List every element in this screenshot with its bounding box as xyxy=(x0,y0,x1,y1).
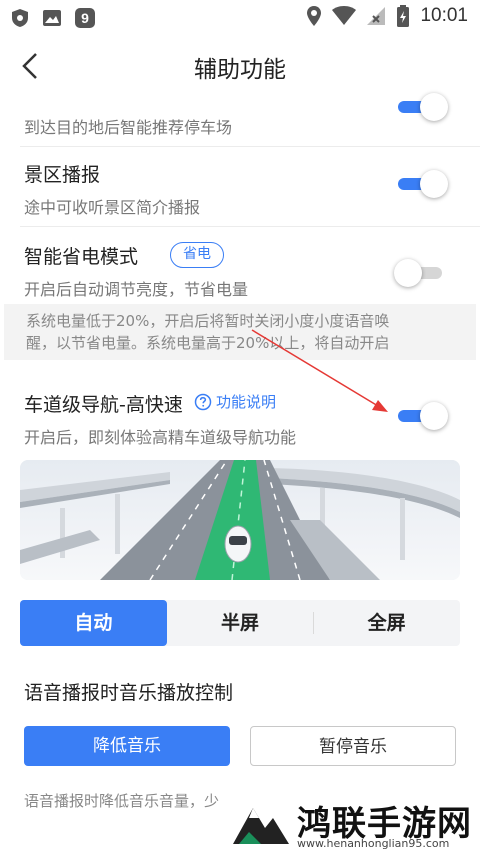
display-mode-half-screen[interactable]: 半屏 xyxy=(167,600,314,646)
display-mode-auto[interactable]: 自动 xyxy=(20,600,167,646)
music-control-description: 语音播报时降低音乐音量，少 xyxy=(24,792,220,810)
display-mode-full-screen[interactable]: 全屏 xyxy=(313,600,460,646)
watermark-logo-icon xyxy=(233,808,289,844)
watermark-url: www.henanhonglian95.com xyxy=(297,837,450,850)
segment-separator xyxy=(313,612,314,634)
lane-nav-illustration xyxy=(20,460,460,580)
lower-music-button[interactable]: 降低音乐 xyxy=(24,726,230,766)
pause-music-button[interactable]: 暂停音乐 xyxy=(250,726,456,766)
watermark: 鸿联手游网 www.henanhonglian95.com xyxy=(225,792,480,854)
music-control-title: 语音播报时音乐播放控制 xyxy=(24,682,234,704)
display-mode-selector: 自动 半屏 全屏 xyxy=(20,600,460,646)
